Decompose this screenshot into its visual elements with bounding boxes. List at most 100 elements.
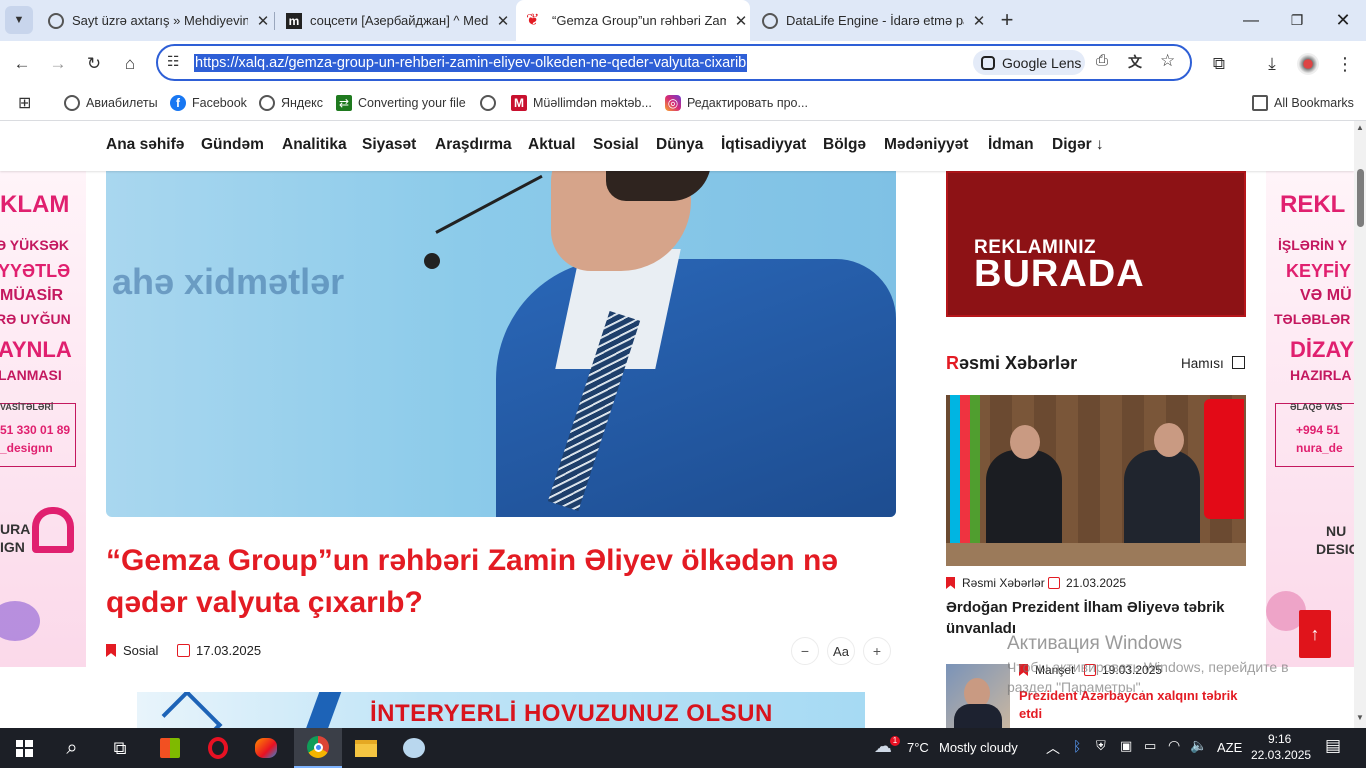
- font-increase-button[interactable]: +: [863, 637, 891, 665]
- extensions-icon[interactable]: ⧉: [1204, 49, 1234, 79]
- clock-date[interactable]: 22.03.2025: [1251, 748, 1311, 762]
- bookmark-converting[interactable]: ⇄ Converting your file: [336, 92, 466, 114]
- bookmark-star-icon[interactable]: ☆: [1160, 51, 1175, 71]
- nav-siyaset[interactable]: Siyasət: [362, 136, 416, 154]
- tab-strip: ▼ Sayt üzrə axtarış » Mehdiyevin İ ✕ m с…: [0, 0, 1366, 41]
- weather-text[interactable]: Mostly cloudy: [939, 740, 1018, 755]
- windows-start-icon[interactable]: [0, 728, 48, 768]
- search-icon[interactable]: ⌕: [48, 728, 96, 768]
- tab-article[interactable]: ❦ “Gemza Group”un rəhbəri Zami ✕: [516, 0, 750, 41]
- bookmark-icon: [106, 644, 116, 657]
- file-explorer-icon[interactable]: [342, 728, 390, 768]
- reload-button[interactable]: ↻: [79, 49, 109, 79]
- tray-chevron-icon[interactable]: ︿: [1046, 738, 1060, 758]
- apps-icon[interactable]: ⊞: [18, 92, 31, 114]
- news-thumbnail[interactable]: [946, 395, 1246, 566]
- external-link-icon: [1231, 356, 1245, 369]
- nav-sosial[interactable]: Sosial: [593, 136, 639, 154]
- instagram-icon: ◎: [665, 95, 681, 111]
- bookmark-yandex[interactable]: Яндекс: [259, 92, 323, 114]
- bookmark-aviabilety[interactable]: Авиабилеты: [64, 92, 158, 114]
- headset-microphone-icon: [424, 253, 440, 269]
- news-1-thumbnail[interactable]: [946, 664, 1010, 728]
- url-text[interactable]: https://xalq.az/gemza-group-un-rehberi-z…: [194, 54, 748, 72]
- reklam-ad-box[interactable]: REKLAMINIZ BURADA: [946, 171, 1246, 317]
- facebook-icon: f: [170, 95, 186, 111]
- maximize-button[interactable]: ❐: [1274, 0, 1320, 41]
- close-icon[interactable]: ✕: [970, 12, 988, 30]
- install-app-icon[interactable]: ⎙: [1096, 52, 1108, 69]
- close-window-button[interactable]: ✕: [1320, 0, 1366, 41]
- bookmark-icon: [946, 577, 955, 589]
- tab-title: DataLife Engine - İdarə etmə pa: [786, 13, 964, 28]
- article-category[interactable]: Sosial: [106, 643, 158, 658]
- page-scrollbar[interactable]: ▲ ▼: [1354, 121, 1366, 728]
- tab-search[interactable]: Sayt üzrə axtarış » Mehdiyevin İ ✕: [40, 0, 272, 41]
- close-icon[interactable]: ✕: [732, 12, 750, 30]
- minimize-button[interactable]: —: [1228, 0, 1274, 41]
- nav-dunya[interactable]: Dünya: [656, 136, 703, 154]
- left-side-ad[interactable]: KLAM Ə YÜKSƏK YYƏTLƏ MÜASİR RƏ UYĞUN AYN…: [0, 171, 86, 667]
- address-bar[interactable]: ☷ https://xalq.az/gemza-group-un-rehberi…: [156, 44, 1192, 81]
- globe-icon: [259, 95, 275, 111]
- chrome-icon[interactable]: [294, 728, 342, 768]
- tab-dle[interactable]: DataLife Engine - İdarə etmə pa ✕: [754, 0, 988, 41]
- security-icon[interactable]: ⛨: [1096, 738, 1106, 754]
- wifi-icon[interactable]: ◠: [1168, 737, 1180, 754]
- bookmark-globe[interactable]: [480, 92, 502, 114]
- close-icon[interactable]: ✕: [254, 12, 272, 30]
- font-decrease-button[interactable]: −: [791, 637, 819, 665]
- xalq-logo-icon: ❦: [526, 11, 540, 29]
- opera-icon[interactable]: [194, 728, 242, 768]
- pool-banner-ad[interactable]: İNTERYERLİ HOVUZUNUZ OLSUN: [137, 692, 865, 728]
- news-0-date: 21.03.2025: [1048, 576, 1126, 590]
- nav-medeniyyet[interactable]: Mədəniyyət: [884, 136, 968, 154]
- nav-aktual[interactable]: Aktual: [528, 136, 575, 154]
- language-indicator[interactable]: AZE: [1217, 740, 1242, 755]
- nav-idman[interactable]: İdman: [988, 136, 1034, 154]
- download-icon[interactable]: ⤓: [1257, 49, 1287, 79]
- nav-iqtisadiyyat[interactable]: İqtisadiyyat: [721, 136, 806, 154]
- back-button[interactable]: ←: [7, 49, 37, 79]
- close-icon[interactable]: ✕: [494, 12, 512, 30]
- nav-bolge[interactable]: Bölgə: [823, 136, 866, 154]
- store-icon[interactable]: [146, 728, 194, 768]
- all-bookmarks[interactable]: All Bookmarks: [1252, 92, 1354, 114]
- scrollbar-thumb[interactable]: [1357, 169, 1364, 227]
- nav-diger[interactable]: Digər ↓: [1052, 136, 1104, 154]
- bookmark-facebook[interactable]: f Facebook: [170, 92, 247, 114]
- site-settings-icon[interactable]: ☷: [167, 53, 180, 70]
- forward-button[interactable]: →: [43, 49, 73, 79]
- notifications-icon[interactable]: ▤: [1325, 736, 1341, 756]
- bookmark-instagram[interactable]: ◎ Редактировать про...: [665, 92, 808, 114]
- paint-palette-icon[interactable]: [390, 728, 438, 768]
- translate-icon[interactable]: 文: [1128, 52, 1142, 72]
- scroll-to-top-button[interactable]: ↑: [1299, 610, 1331, 658]
- profile-avatar[interactable]: [1293, 49, 1323, 79]
- nav-ana-sehife[interactable]: Ana səhifə: [106, 136, 184, 154]
- calendar-icon: [1048, 577, 1060, 589]
- battery-icon[interactable]: ▭: [1144, 738, 1156, 754]
- menu-icon[interactable]: ⋮: [1330, 49, 1360, 79]
- nav-gundem[interactable]: Gündəm: [201, 136, 264, 154]
- see-all-link[interactable]: Hamısı: [1181, 356, 1245, 371]
- right-side-ad[interactable]: REKL İŞLƏRİN Y KEYFİY VƏ MÜ TƏLƏBLƏR DİZ…: [1266, 171, 1354, 667]
- weather-temp[interactable]: 7°C: [907, 740, 929, 755]
- tab-social[interactable]: m соцсети [Азербайджан] ^ Med ✕: [278, 0, 512, 41]
- task-view-icon[interactable]: ⧉: [96, 728, 144, 768]
- home-icon[interactable]: ⌂: [115, 49, 145, 79]
- meet-icon[interactable]: ▣: [1120, 738, 1132, 754]
- nav-arasdirma[interactable]: Araşdırma: [435, 136, 512, 154]
- paint-app-icon[interactable]: [242, 728, 290, 768]
- nav-analitika[interactable]: Analitika: [282, 136, 347, 154]
- bookmark-muellimden[interactable]: M Müəllimdən məktəb...: [511, 92, 652, 114]
- tab-search-button[interactable]: ▼: [5, 6, 33, 34]
- volume-icon[interactable]: 🔈: [1190, 737, 1207, 754]
- bluetooth-icon[interactable]: ᛒ: [1073, 738, 1081, 754]
- google-lens-button[interactable]: Google Lens: [973, 50, 1085, 75]
- font-size-label[interactable]: Aa: [827, 637, 855, 665]
- new-tab-button[interactable]: +: [994, 6, 1020, 34]
- news-0-category[interactable]: Rəsmi Xəbərlər: [946, 576, 1045, 590]
- tab-title: “Gemza Group”un rəhbəri Zami: [552, 13, 726, 28]
- clock-time[interactable]: 9:16: [1268, 732, 1291, 746]
